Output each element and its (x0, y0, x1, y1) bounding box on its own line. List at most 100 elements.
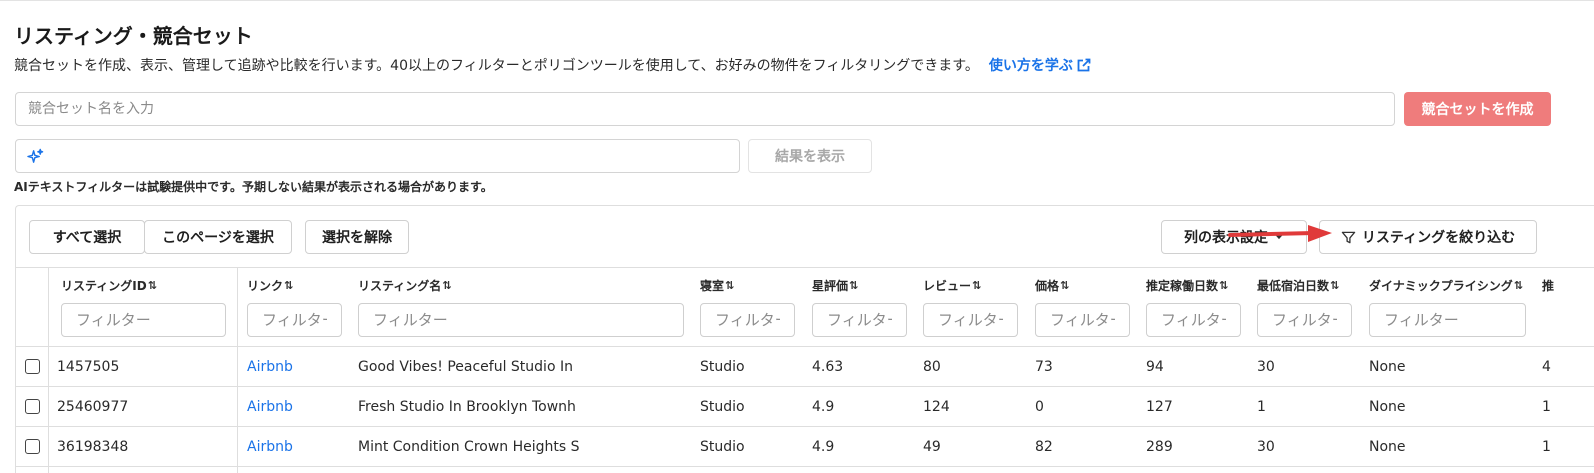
row-checkbox[interactable] (25, 399, 40, 414)
table-row[interactable]: 25460977 Airbnb Fresh Studio In Brooklyn… (16, 387, 1594, 427)
column-header-occupancy[interactable]: 推定稼働日数 ⇅ (1146, 277, 1228, 294)
cell-min-nights: 30 (1257, 439, 1275, 455)
column-label: リンク (247, 279, 284, 293)
filter-input-occupancy[interactable] (1146, 303, 1241, 337)
column-label: リスティングID (61, 279, 147, 293)
filter-input-dynamic-pricing[interactable] (1369, 303, 1526, 337)
chevron-down-icon (1275, 235, 1283, 240)
column-label: 推定稼働日数 (1146, 279, 1219, 293)
column-header-bedrooms[interactable]: 寝室 ⇅ (700, 277, 734, 294)
page-description: 競合セットを作成、表示、管理して追跡や比較を行います。40以上のフィルターとポリ… (14, 55, 1092, 75)
sort-icon: ⇅ (147, 279, 157, 292)
column-header-link[interactable]: リンク ⇅ (247, 277, 293, 294)
funnel-icon (1341, 231, 1356, 243)
filter-listings-button[interactable]: リスティングを絞り込む (1319, 220, 1537, 254)
cell-truncated: 1 (1542, 399, 1551, 415)
column-header-price[interactable]: 価格 ⇅ (1035, 277, 1069, 294)
cell-rating: 4.9 (812, 439, 835, 455)
sort-icon: ⇅ (1219, 279, 1228, 292)
cell-rating: 4.9 (812, 399, 835, 415)
cell-occupancy: 94 (1146, 359, 1164, 375)
ai-sparkle-icon (27, 148, 44, 163)
column-header-listing-name[interactable]: リスティング名 ⇅ (358, 277, 452, 294)
column-label: ダイナミックプライシング (1369, 279, 1513, 293)
cell-link[interactable]: Airbnb (247, 359, 293, 375)
column-header-dynamic-pricing[interactable]: ダイナミックプライシング ⇅ (1369, 277, 1523, 294)
cell-rating: 4.63 (812, 359, 844, 375)
cell-bedrooms: Studio (700, 399, 745, 415)
column-label: 寝室 (700, 279, 725, 293)
select-all-button[interactable]: すべて選択 (29, 220, 145, 254)
filter-input-listing-id[interactable] (61, 303, 226, 337)
cell-dynamic-pricing: None (1369, 399, 1406, 415)
cell-bedrooms: Studio (700, 359, 745, 375)
column-label: リスティング名 (358, 279, 442, 293)
filter-input-min-nights[interactable] (1257, 303, 1352, 337)
cell-listing-name: Mint Condition Crown Heights S (358, 439, 580, 455)
sort-icon: ⇅ (972, 279, 981, 292)
page-title: リスティング・競合セット (14, 24, 253, 48)
show-results-button[interactable]: 結果を表示 (748, 139, 872, 173)
column-label: 価格 (1035, 279, 1060, 293)
row-checkbox[interactable] (25, 359, 40, 374)
table-row[interactable]: 36198348 Airbnb Mint Condition Crown Hei… (16, 427, 1594, 467)
column-header-reviews[interactable]: レビュー ⇅ (923, 277, 981, 294)
filter-input-reviews[interactable] (923, 303, 1018, 337)
cell-price: 0 (1035, 399, 1044, 415)
create-set-button[interactable]: 競合セットを作成 (1404, 92, 1551, 126)
cell-reviews: 124 (923, 399, 950, 415)
cell-min-nights: 1 (1257, 399, 1266, 415)
column-label: 星評価 (812, 279, 849, 293)
ai-filter-input[interactable] (52, 142, 732, 170)
select-page-button[interactable]: このページを選択 (144, 220, 292, 254)
column-header-rating[interactable]: 星評価 ⇅ (812, 277, 858, 294)
cell-truncated: 1 (1542, 439, 1551, 455)
sort-icon: ⇅ (849, 279, 858, 292)
learn-how-link[interactable]: 使い方を学ぶ (989, 55, 1092, 75)
cell-occupancy: 289 (1146, 439, 1173, 455)
cell-price: 73 (1035, 359, 1053, 375)
sort-icon: ⇅ (1330, 279, 1339, 292)
description-text: 競合セットを作成、表示、管理して追跡や比較を行います。40以上のフィルターとポリ… (14, 58, 979, 74)
cell-min-nights: 30 (1257, 359, 1275, 375)
column-label: 最低宿泊日数 (1257, 279, 1330, 293)
sort-icon: ⇅ (725, 279, 734, 292)
deselect-button[interactable]: 選択を解除 (305, 220, 409, 254)
filter-listings-label: リスティングを絞り込む (1361, 230, 1516, 246)
sort-icon: ⇅ (442, 279, 451, 292)
cell-listing-name: Fresh Studio In Brooklyn Townh (358, 399, 576, 415)
cell-link[interactable]: Airbnb (247, 439, 293, 455)
column-settings-button[interactable]: 列の表示設定 (1161, 220, 1307, 254)
column-header-listing-id[interactable]: リスティングID ⇅ (61, 277, 157, 294)
filter-input-price[interactable] (1035, 303, 1130, 337)
sort-icon: ⇅ (1513, 279, 1523, 292)
filter-input-bedrooms[interactable] (700, 303, 795, 337)
cell-occupancy: 127 (1146, 399, 1173, 415)
column-settings-label: 列の表示設定 (1184, 230, 1268, 246)
ai-filter-field[interactable] (15, 139, 740, 173)
column-header-min-nights[interactable]: 最低宿泊日数 ⇅ (1257, 277, 1339, 294)
cell-price: 82 (1035, 439, 1053, 455)
filter-input-rating[interactable] (812, 303, 907, 337)
filter-input-listing-name[interactable] (358, 303, 684, 337)
cell-reviews: 80 (923, 359, 941, 375)
ai-filter-note: AIテキストフィルターは試験提供中です。予期しない結果が表示される場合があります… (14, 180, 493, 194)
column-label: レビュー (923, 279, 972, 293)
column-header-truncated[interactable]: 推 (1542, 277, 1554, 294)
cell-link[interactable]: Airbnb (247, 399, 293, 415)
cell-listing-id: 36198348 (57, 439, 129, 455)
cell-listing-id: 25460977 (57, 399, 129, 415)
cell-dynamic-pricing: None (1369, 439, 1406, 455)
learn-how-label: 使い方を学ぶ (988, 58, 1073, 74)
top-border (0, 0, 1594, 1)
external-link-icon (1077, 58, 1091, 72)
cell-bedrooms: Studio (700, 439, 745, 455)
set-name-input[interactable] (15, 92, 1395, 126)
table-row[interactable]: 1457505 Airbnb Good Vibes! Peaceful Stud… (16, 347, 1594, 387)
sort-icon: ⇅ (284, 279, 293, 292)
row-checkbox[interactable] (25, 439, 40, 454)
filter-input-link[interactable] (247, 303, 342, 337)
column-label: 推 (1542, 279, 1555, 293)
cell-truncated: 4 (1542, 359, 1551, 375)
cell-reviews: 49 (923, 439, 941, 455)
